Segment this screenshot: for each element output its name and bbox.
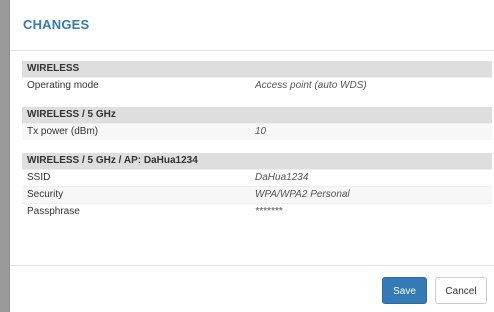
section-header: WIRELESS / 5 GHz <box>22 107 492 123</box>
row-value-ssid: DaHua1234 <box>255 172 309 183</box>
row-value-operating-mode: Access point (auto WDS) <box>255 80 367 91</box>
changes-dialog: CHANGES WIRELESS Operating mode Access p… <box>9 0 494 312</box>
row-value-passphrase: ******* <box>255 206 283 217</box>
table-row: Passphrase ******* <box>22 203 492 220</box>
dialog-footer: Save Cancel <box>10 265 494 312</box>
section-wireless-5ghz: WIRELESS / 5 GHz Tx power (dBm) 10 <box>22 107 492 140</box>
table-row: SSID DaHua1234 <box>22 169 492 186</box>
section-wireless: WIRELESS Operating mode Access point (au… <box>22 61 492 94</box>
page: CHANGES WIRELESS Operating mode Access p… <box>0 0 494 312</box>
dialog-header: CHANGES <box>10 0 494 51</box>
cancel-button[interactable]: Cancel <box>435 277 487 304</box>
row-key-passphrase: Passphrase <box>27 206 80 217</box>
dialog-body: WIRELESS Operating mode Access point (au… <box>22 61 492 233</box>
row-key-ssid: SSID <box>27 172 51 183</box>
table-row: Operating mode Access point (auto WDS) <box>22 77 492 94</box>
row-key-security: Security <box>27 189 64 200</box>
row-value-tx-power: 10 <box>255 126 267 137</box>
save-button[interactable]: Save <box>382 277 427 304</box>
row-key-operating-mode: Operating mode <box>27 80 99 91</box>
section-wireless-ap: WIRELESS / 5 GHz / AP: DaHua1234 SSID Da… <box>22 153 492 220</box>
section-header: WIRELESS / 5 GHz / AP: DaHua1234 <box>22 153 492 169</box>
section-header: WIRELESS <box>22 61 492 77</box>
row-key-tx-power: Tx power (dBm) <box>27 126 99 137</box>
table-row: Security WPA/WPA2 Personal <box>22 186 492 203</box>
row-value-security: WPA/WPA2 Personal <box>255 189 350 200</box>
table-row: Tx power (dBm) 10 <box>22 123 492 140</box>
dialog-title: CHANGES <box>23 17 90 32</box>
